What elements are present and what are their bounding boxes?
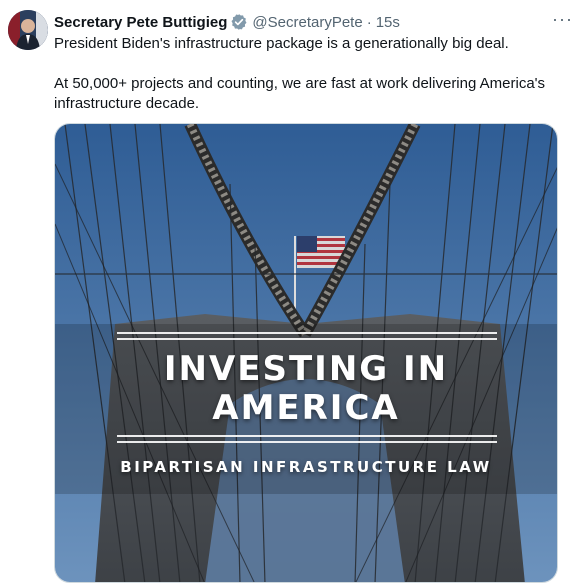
- tweet-timestamp[interactable]: 15s: [376, 14, 400, 31]
- tweet-header: Secretary Pete Buttigieg @SecretaryPete …: [54, 12, 577, 32]
- media-subtitle: BIPARTISAN INFRASTRUCTURE LAW: [120, 458, 492, 476]
- author-handle[interactable]: @SecretaryPete: [252, 14, 362, 31]
- title-rule-top-1: [117, 332, 497, 334]
- avatar-image: [8, 10, 48, 50]
- tweet-media-video[interactable]: INVESTING IN AMERICA BIPARTISAN INFRASTR…: [54, 123, 558, 583]
- title-rule-bottom-1: [117, 435, 497, 437]
- tweet-text: President Biden's infrastructure package…: [54, 34, 574, 114]
- title-rule-top-2: [117, 338, 497, 340]
- tweet-paragraph-1: President Biden's infrastructure package…: [54, 35, 509, 52]
- author-avatar[interactable]: [8, 10, 48, 50]
- separator-dot: ·: [366, 13, 372, 31]
- more-options-icon[interactable]: ···: [552, 9, 573, 30]
- tweet-paragraph-2: At 50,000+ projects and counting, we are…: [54, 75, 546, 112]
- media-title-line1: INVESTING IN: [163, 349, 449, 389]
- verified-badge-icon: [231, 14, 247, 30]
- title-rule-bottom-2: [117, 441, 497, 443]
- author-name[interactable]: Secretary Pete Buttigieg: [54, 14, 227, 31]
- media-title-line2: AMERICA: [212, 388, 400, 428]
